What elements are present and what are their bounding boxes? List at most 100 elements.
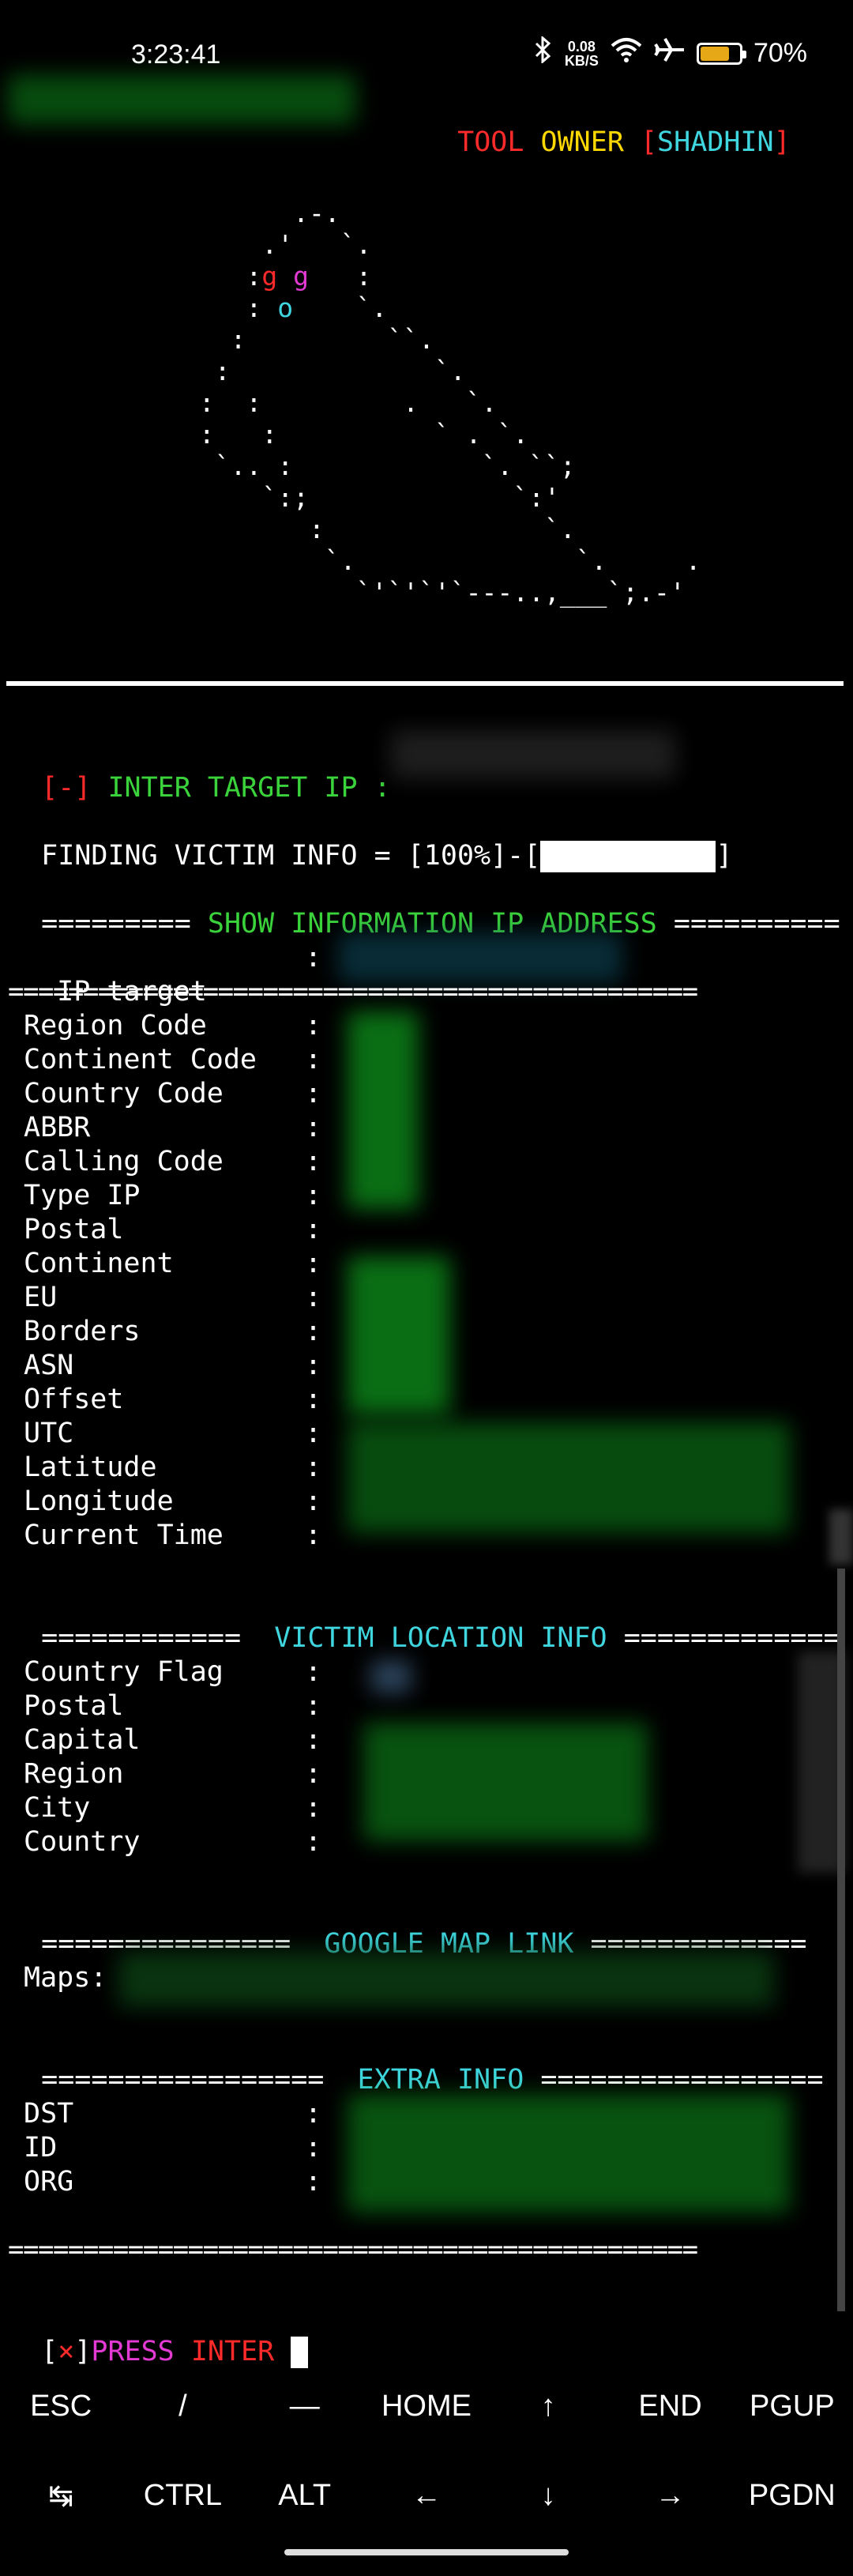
- ascii-line: : `.: [183, 514, 576, 544]
- separator-colon: :: [305, 1758, 322, 1790]
- wifi-icon: [610, 36, 643, 70]
- ip-field-label: Longitude: [24, 1486, 174, 1517]
- ip-field-label: UTC: [24, 1418, 74, 1449]
- ip-field-label: ASN: [24, 1350, 74, 1381]
- separator-colon: :: [305, 1826, 322, 1858]
- extra-key-alt[interactable]: ALT: [246, 2479, 364, 2513]
- extra-field-label: ORG: [24, 2166, 74, 2198]
- ip-field-label: Continent: [24, 1248, 174, 1279]
- ascii-line: .-.: [183, 198, 340, 228]
- ip-field-label: Calling Code: [24, 1146, 224, 1177]
- redacted-ip-input: [391, 731, 675, 778]
- extra-key-esc[interactable]: ESC: [2, 2390, 120, 2423]
- ip-field-label: Latitude: [24, 1452, 157, 1483]
- separator-colon: :: [305, 1078, 322, 1109]
- ip-field-label: Region Code: [24, 1010, 207, 1041]
- extra-info-colons: :::: [305, 2097, 321, 2199]
- separator-colon: :: [305, 2098, 322, 2130]
- extra-key-pgdn[interactable]: PGDN: [733, 2479, 851, 2513]
- extra-key-home[interactable]: HOME: [367, 2390, 486, 2423]
- battery-icon: [696, 42, 746, 65]
- separator-colon: :: [305, 1520, 322, 1551]
- ip-info-list: Region Code Continent Code Country Code ABB…: [24, 1009, 257, 1553]
- ascii-line: : : ` . `.: [183, 419, 529, 450]
- separator-colon: :: [305, 1316, 322, 1347]
- ascii-nose: o: [277, 292, 294, 323]
- bluetooth-icon: [533, 35, 554, 70]
- separator-colon: :: [305, 2132, 322, 2164]
- extra-key-[interactable]: —: [246, 2390, 364, 2423]
- ascii-line: :g g :: [183, 261, 372, 292]
- terminal-cursor[interactable]: [291, 2337, 309, 2368]
- redacted-flag: [371, 1661, 411, 1693]
- redacted-ip-values-3: [348, 1422, 790, 1533]
- ip-field-label: Borders: [24, 1316, 141, 1347]
- extra-field-label: DST: [24, 2098, 74, 2130]
- maps-label: Maps:: [24, 1962, 107, 1994]
- separator-colon: :: [305, 1418, 322, 1449]
- ascii-line: : `.: [183, 356, 466, 386]
- separator-colon: :: [305, 1792, 322, 1824]
- separator-colon: :: [305, 1146, 322, 1177]
- ascii-art: .-. .' `. :g g : : o `. : ``. : `. : : .…: [183, 198, 701, 608]
- progress-bar: [540, 841, 716, 872]
- location-info-list: Country Flag Postal Capital Region City Count…: [24, 1655, 224, 1859]
- ascii-eye: g: [293, 261, 309, 292]
- separator-colon: :: [305, 1248, 322, 1279]
- finding-progress: FINDING VICTIM INFO = [100%]-[]: [41, 840, 733, 872]
- separator-colon: :: [305, 2166, 322, 2198]
- ascii-line: `'`'`'`---..,___`;.-': [183, 577, 686, 608]
- redacted-ip-values-2: [348, 1256, 450, 1414]
- ip-field-label: Country Code: [24, 1078, 224, 1109]
- section-show-info: ========= SHOW INFORMATION IP ADDRESS ==…: [41, 908, 840, 940]
- extra-key-[interactable]: →: [611, 2479, 730, 2513]
- ascii-line: `.. : `. ``;: [183, 450, 576, 481]
- ascii-line: : : . `.: [183, 387, 498, 418]
- extra-key-[interactable]: ←: [367, 2479, 486, 2513]
- tool-owner-banner: TOOL OWNER [SHADHIN]: [457, 126, 791, 158]
- separator-colon: :: [305, 1690, 322, 1722]
- ip-field-label: Offset: [24, 1384, 124, 1415]
- ip-field-label: Current Time: [24, 1520, 224, 1551]
- ascii-eye: g: [261, 261, 278, 292]
- location-field-label: Capital: [24, 1724, 141, 1756]
- section-extra-info: ================= EXTRA INFO ===========…: [41, 2064, 824, 2096]
- ascii-line: : o `.: [183, 292, 388, 323]
- separator-colon: :: [305, 942, 322, 974]
- separator-colon: :: [305, 1044, 322, 1075]
- ip-field-label: Continent Code: [24, 1044, 257, 1075]
- extra-key-pgup[interactable]: PGUP: [733, 2390, 851, 2423]
- ascii-line: .' `.: [183, 229, 372, 260]
- scrollbar[interactable]: [837, 1569, 845, 2311]
- divider-line: [6, 681, 844, 686]
- extra-key-[interactable]: /: [123, 2390, 242, 2423]
- scroll-edge: [829, 1509, 853, 1565]
- redacted-banner-title: [8, 75, 355, 124]
- extra-key-[interactable]: ↑: [489, 2390, 607, 2423]
- ip-field-label: Postal: [24, 1214, 124, 1245]
- extra-key-ctrl[interactable]: CTRL: [123, 2479, 242, 2513]
- extra-key-[interactable]: ↓: [489, 2479, 607, 2513]
- section-divider-end: ========================================…: [8, 2234, 698, 2265]
- separator-colon: :: [305, 1350, 322, 1381]
- separator-colon: :: [305, 1010, 322, 1041]
- gesture-bar[interactable]: [284, 2549, 569, 2555]
- separator-colon: :: [305, 1384, 322, 1415]
- separator-colon: :: [305, 1656, 322, 1688]
- location-field-label: Country Flag: [24, 1656, 224, 1688]
- target-ip-prompt: [-] INTER TARGET IP :: [41, 772, 391, 804]
- extra-info-list: DST ID ORG: [24, 2097, 73, 2199]
- location-field-label: Region: [24, 1758, 124, 1790]
- extra-key-[interactable]: ↹: [2, 2478, 120, 2514]
- redacted-map-link: [118, 1952, 774, 2007]
- separator-colon: :: [305, 1214, 322, 1245]
- redacted-extra-values: [348, 2094, 790, 2213]
- location-field-label: Country: [24, 1826, 141, 1858]
- clock: 3:23:41: [131, 40, 221, 70]
- ascii-line: `:; `:': [183, 482, 560, 513]
- network-speed: 0.08 KB/S: [564, 38, 599, 69]
- battery-percent: 70%: [753, 38, 807, 68]
- status-icons: 0.08 KB/S 70%: [533, 35, 807, 70]
- extra-key-end[interactable]: END: [611, 2390, 730, 2423]
- airplane-icon: [654, 36, 686, 70]
